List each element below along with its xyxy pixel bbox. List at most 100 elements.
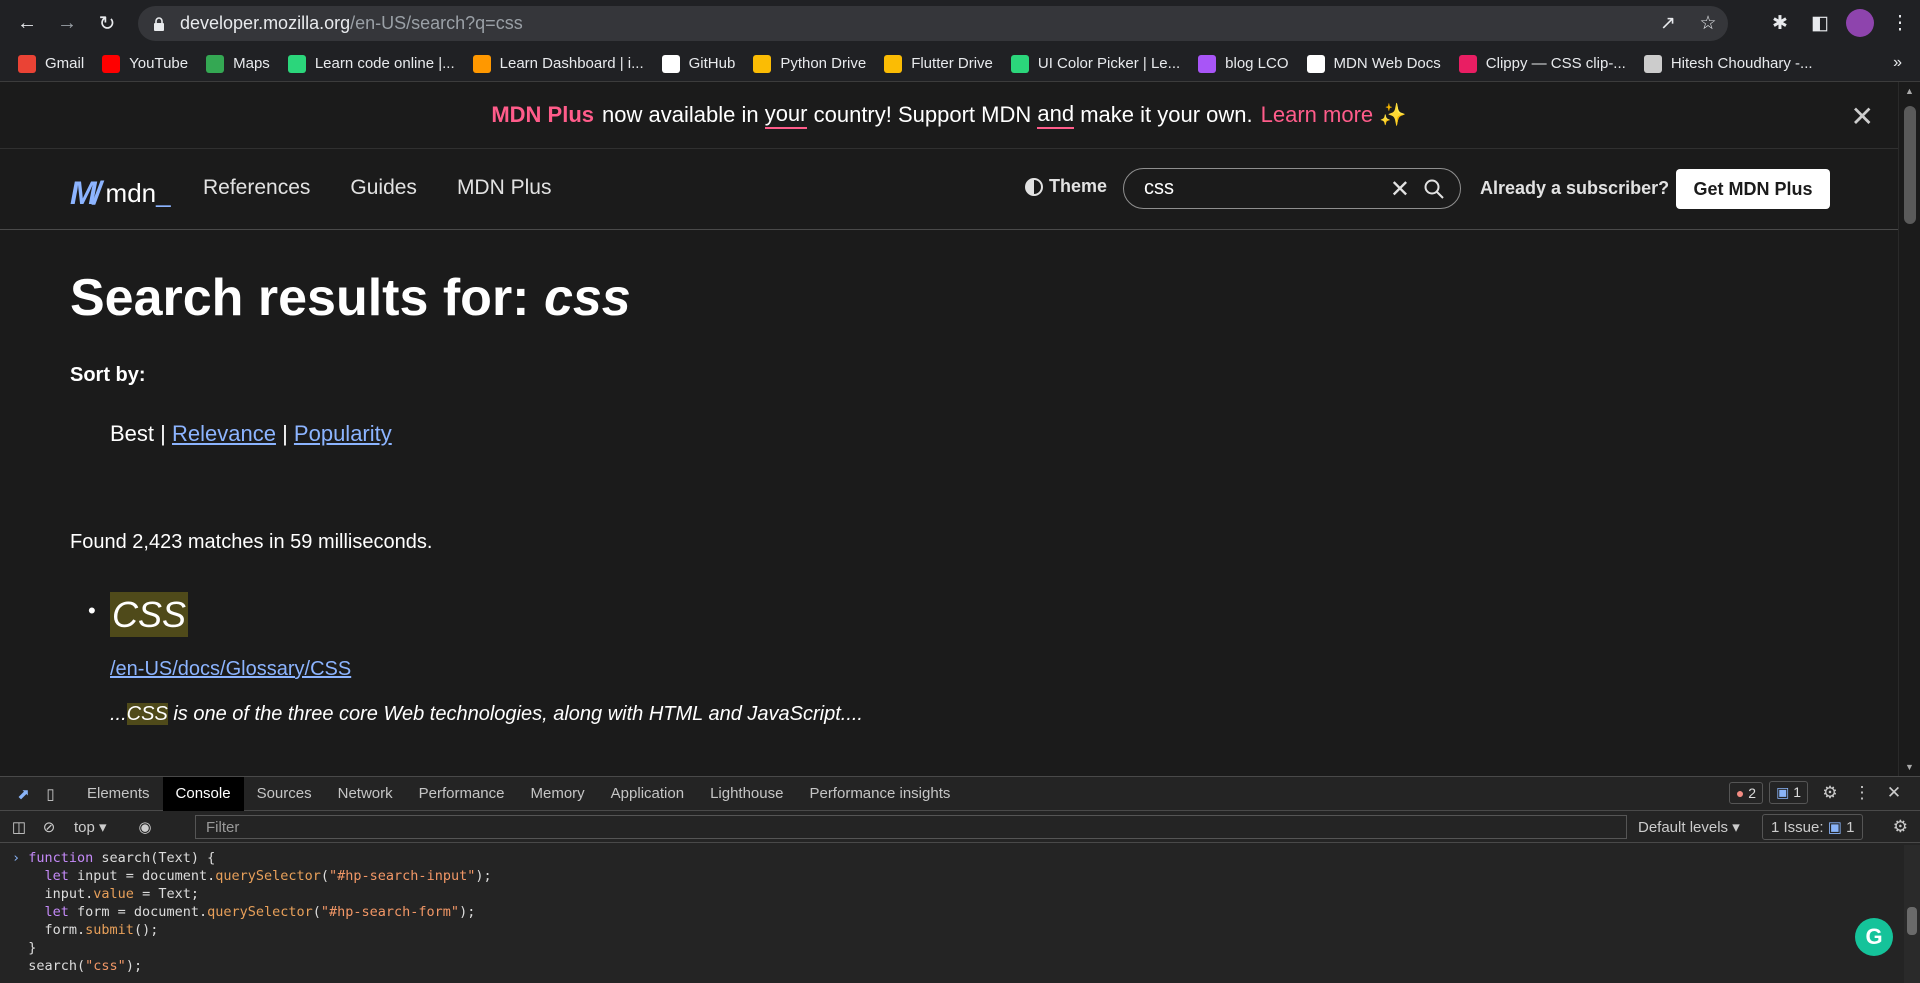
lock-icon[interactable] xyxy=(152,16,166,32)
bookmark-item[interactable]: blog LCO xyxy=(1198,54,1289,73)
bookmark-item[interactable]: Python Drive xyxy=(753,54,866,73)
nav-mdn-plus[interactable]: MDN Plus xyxy=(457,176,552,200)
devtools-settings-icon[interactable]: ⚙ xyxy=(1814,783,1846,803)
chrome-menu-icon[interactable]: ⋮ xyxy=(1880,12,1920,35)
scroll-down-icon[interactable]: ▼ xyxy=(1905,762,1914,772)
mdn-header: M / mdn_ References Guides MDN Plus Theme… xyxy=(0,149,1898,230)
url-path: /en-US/search?q=css xyxy=(350,13,523,33)
code-token: ); xyxy=(459,904,476,920)
console-output[interactable]: › function search(Text) { let input = do… xyxy=(0,843,1920,975)
clippy-icon xyxy=(1458,54,1477,73)
clear-search-icon[interactable]: ✕ xyxy=(1390,175,1410,204)
live-expression-eye-icon[interactable]: ◉ xyxy=(130,818,160,836)
devtools-tab[interactable]: Elements xyxy=(74,777,163,811)
grammarly-icon[interactable]: G xyxy=(1855,918,1893,956)
drive-icon xyxy=(884,54,903,73)
console-settings-icon[interactable]: ⚙ xyxy=(1893,817,1908,837)
page-scrollbar-thumb[interactable] xyxy=(1904,106,1916,224)
search-input[interactable] xyxy=(1144,177,1374,200)
devtools-menu-icon[interactable]: ⋮ xyxy=(1846,783,1878,803)
result-title-text[interactable]: CSS xyxy=(110,592,189,637)
devtools-tab[interactable]: Console xyxy=(162,776,244,811)
side-panel-icon[interactable]: ◧ xyxy=(1800,12,1840,35)
bookmark-label: YouTube xyxy=(129,55,189,72)
mdn-logo-underscore: _ xyxy=(156,178,171,208)
theme-toggle[interactable]: Theme xyxy=(1025,176,1107,197)
bookmark-item[interactable]: UI Color Picker | Le... xyxy=(1010,54,1180,73)
issues-count: 1 xyxy=(1846,819,1855,836)
devtools-close-icon[interactable]: ✕ xyxy=(1878,783,1910,803)
devtools-tab[interactable]: Performance xyxy=(406,777,518,811)
close-icon[interactable]: ✕ xyxy=(1851,100,1874,133)
extensions-icon[interactable]: ✱ xyxy=(1760,12,1800,35)
code-token: let xyxy=(44,868,69,884)
mdn-logo[interactable]: M / mdn_ xyxy=(70,175,171,212)
inspect-element-icon[interactable]: ⬈ xyxy=(10,785,37,803)
nav-references[interactable]: References xyxy=(203,176,310,200)
devtools-tabs: ⬈ ▯ Elements Console Sources Network Perform… xyxy=(0,776,1920,811)
bookmark-item[interactable]: Gmail xyxy=(18,54,84,73)
mdn-logo-text: mdn xyxy=(105,178,157,208)
code-token: form. xyxy=(44,922,86,938)
devtools-tab[interactable]: Sources xyxy=(244,777,325,811)
code-token: function xyxy=(28,850,94,866)
code-token: search( xyxy=(28,958,86,974)
console-filter-input[interactable]: Filter xyxy=(195,815,1627,839)
bookmark-item[interactable]: Clippy — CSS clip-... xyxy=(1458,54,1626,73)
url-text[interactable]: developer.mozilla.org/en-US/search?q=css xyxy=(180,13,523,34)
reload-icon[interactable]: ↻ xyxy=(94,10,120,36)
devtools-tab[interactable]: Memory xyxy=(518,777,598,811)
devtools-tab[interactable]: Application xyxy=(598,777,697,811)
result-title[interactable]: CSS xyxy=(88,592,1770,637)
devtools-panel: ⬈ ▯ Elements Console Sources Network Perform… xyxy=(0,776,1920,983)
sort-relevance-link[interactable]: Relevance xyxy=(172,421,276,446)
get-mdn-plus-button[interactable]: Get MDN Plus xyxy=(1676,169,1830,209)
blog-icon xyxy=(1198,54,1217,73)
scroll-up-icon[interactable]: ▲ xyxy=(1905,86,1914,96)
snippet-text: is one of the three core Web technologie… xyxy=(167,703,863,725)
subscriber-login-link[interactable]: Already a subscriber? xyxy=(1480,178,1669,199)
sparkle-icon: ✨ xyxy=(1379,102,1407,127)
learn-more-link[interactable]: Learn more xyxy=(1261,102,1374,128)
bookmark-item[interactable]: Learn code online |... xyxy=(287,54,455,73)
console-scrollbar[interactable] xyxy=(1904,845,1920,983)
device-toolbar-icon[interactable]: ▯ xyxy=(37,785,64,803)
result-url-link[interactable]: /en-US/docs/Glossary/CSS xyxy=(110,658,351,681)
issues-label: 1 Issue: xyxy=(1771,819,1824,836)
bookmark-item[interactable]: Learn Dashboard | i... xyxy=(472,54,644,73)
log-levels-dropdown[interactable]: Default levels ▾ xyxy=(1638,818,1740,836)
console-scrollbar-thumb[interactable] xyxy=(1907,907,1917,935)
sort-popularity-link[interactable]: Popularity xyxy=(294,421,392,446)
nav-guides[interactable]: Guides xyxy=(350,176,417,200)
code-token: "#hp-search-input" xyxy=(329,868,476,884)
messages-badge[interactable]: ▣ 1 xyxy=(1769,781,1808,804)
devtools-tab[interactable]: Lighthouse xyxy=(697,777,796,811)
share-icon[interactable]: ↗ xyxy=(1648,12,1688,35)
bookmark-item[interactable]: Maps xyxy=(206,54,270,73)
devtools-tab[interactable]: Performance insights xyxy=(796,777,963,811)
bookmark-star-icon[interactable]: ☆ xyxy=(1688,12,1728,35)
issue-icon: ▣ xyxy=(1827,819,1842,836)
bookmark-item[interactable]: MDN Web Docs xyxy=(1306,54,1441,73)
errors-badge[interactable]: ● 2 xyxy=(1728,781,1764,804)
devtools-tab[interactable]: Network xyxy=(325,777,406,811)
bookmark-item[interactable]: Flutter Drive xyxy=(884,54,993,73)
sidebar-toggle-icon[interactable]: ◫ xyxy=(4,818,34,836)
bookmark-item[interactable]: Hitesh Choudhary -... xyxy=(1643,54,1813,73)
bookmark-item[interactable]: GitHub xyxy=(661,54,736,73)
console-toolbar: ◫ ⊘ top ▾ ◉ Filter Default levels ▾ 1 Is… xyxy=(0,811,1920,843)
bookmark-item[interactable]: YouTube xyxy=(102,54,189,73)
bookmarks-overflow-icon[interactable]: » xyxy=(1893,54,1902,72)
clear-console-icon[interactable]: ⊘ xyxy=(34,818,64,836)
youtube-icon xyxy=(102,54,121,73)
forward-icon[interactable]: → xyxy=(54,10,80,36)
profile-avatar[interactable] xyxy=(1846,9,1874,37)
search-icon[interactable] xyxy=(1424,179,1444,199)
page-scrollbar[interactable]: ▲ ▼ xyxy=(1898,82,1920,776)
bookmark-label: GitHub xyxy=(688,55,736,72)
issues-button[interactable]: 1 Issue: ▣ 1 xyxy=(1762,814,1864,840)
code-token: input = document. xyxy=(68,868,216,884)
context-selector[interactable]: top ▾ xyxy=(74,818,130,836)
back-icon[interactable]: ← xyxy=(14,10,40,36)
address-bar[interactable]: developer.mozilla.org/en-US/search?q=css… xyxy=(138,6,1728,41)
